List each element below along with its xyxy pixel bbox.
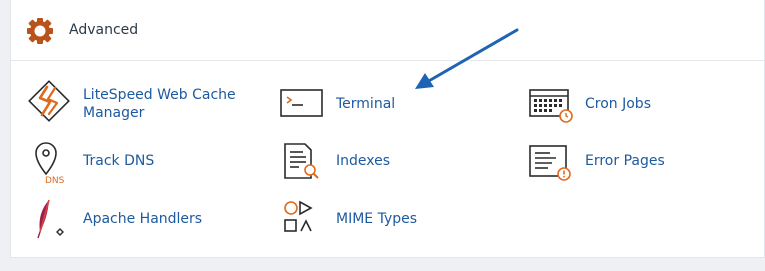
annotation-arrow xyxy=(415,28,519,89)
advanced-panel: Advanced LiteSpeed Web Cache Manager Ter… xyxy=(10,0,765,258)
error-pages-link[interactable]: Error Pages xyxy=(528,138,688,188)
error-pages-icon xyxy=(529,145,571,181)
section-header[interactable]: Advanced xyxy=(11,0,764,61)
mime-types-label: MIME Types xyxy=(336,211,418,227)
apache-handlers-link[interactable]: Apache Handlers xyxy=(26,196,226,246)
dns-icon-text: DNS xyxy=(45,176,65,184)
mime-types-link[interactable]: MIME Types xyxy=(279,196,429,246)
litespeed-icon xyxy=(28,80,70,122)
gear-icon xyxy=(27,18,53,44)
litespeed-label-line2: Manager xyxy=(83,105,145,121)
track-dns-link[interactable]: DNS Track DNS xyxy=(26,138,186,188)
litespeed-web-cache-manager-link[interactable]: LiteSpeed Web Cache Manager xyxy=(26,78,256,128)
apache-handlers-icon xyxy=(37,199,64,239)
apache-handlers-label: Apache Handlers xyxy=(83,211,203,227)
indexes-label: Indexes xyxy=(336,153,391,169)
indexes-icon xyxy=(284,143,319,179)
track-dns-icon: DNS xyxy=(35,142,65,184)
indexes-link[interactable]: Indexes xyxy=(279,138,419,188)
terminal-label: Terminal xyxy=(336,96,396,112)
litespeed-label-line1: LiteSpeed Web Cache xyxy=(83,87,236,103)
terminal-icon xyxy=(280,89,323,117)
cron-jobs-link[interactable]: Cron Jobs xyxy=(528,80,688,130)
section-title: Advanced xyxy=(69,22,139,38)
mime-types-icon xyxy=(284,200,313,232)
cron-jobs-icon xyxy=(529,89,573,123)
track-dns-label: Track DNS xyxy=(83,153,155,169)
error-pages-label: Error Pages xyxy=(585,153,665,169)
cron-jobs-label: Cron Jobs xyxy=(585,96,651,112)
terminal-link[interactable]: Terminal xyxy=(279,80,419,130)
